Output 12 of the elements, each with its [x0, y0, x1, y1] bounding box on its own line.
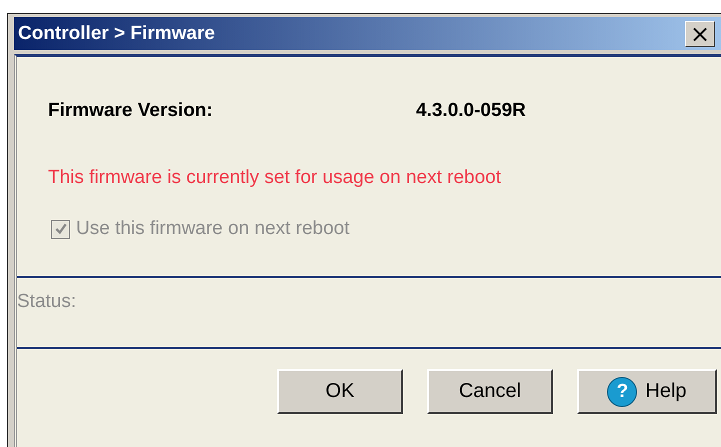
status-label: Status: [17, 291, 76, 312]
firmware-version-value: 4.3.0.0-059R [416, 100, 526, 122]
check-mark-icon [54, 222, 68, 236]
dialog-button[interactable]: Cancel [427, 369, 553, 414]
checkbox-label: Use this firmware on next reboot [76, 218, 350, 240]
dialog-button[interactable]: OK [277, 369, 403, 414]
help-icon: ? [607, 376, 638, 406]
help-button[interactable]: ? Help [577, 369, 717, 414]
status-message: This firmware is currently set for usage on next reboot [47, 166, 502, 189]
close-button[interactable]: × [685, 20, 715, 46]
window-title: Controller > Firmware [18, 22, 215, 44]
firmware-version-label: Firmware Version: [48, 100, 214, 122]
